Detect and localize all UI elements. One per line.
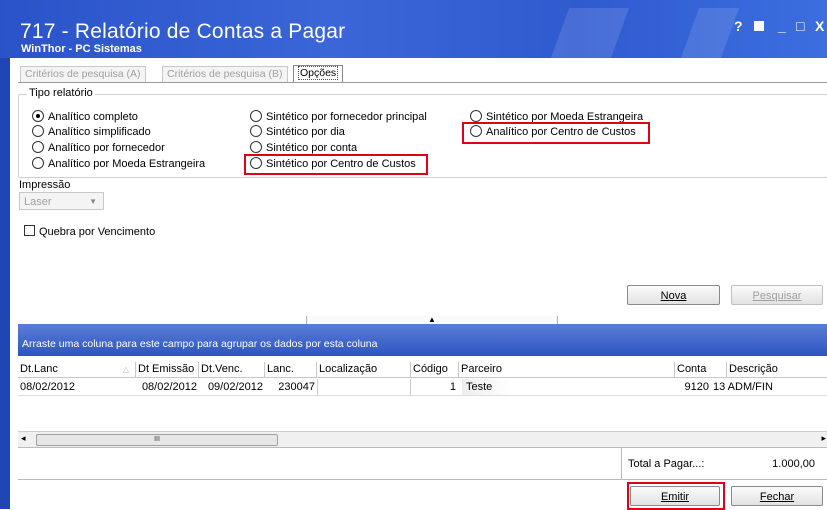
col-dt-venc[interactable]: Dt.Venc.	[199, 362, 265, 377]
radio-label: Sintético por conta	[266, 142, 358, 154]
cell-lanc: 230047	[278, 381, 315, 393]
radio-icon	[470, 110, 482, 122]
cell-dt-venc: 09/02/2012	[207, 381, 263, 393]
checkbox-icon	[24, 225, 35, 236]
button-label: Pesquisar	[752, 290, 802, 302]
radio-icon	[32, 157, 44, 169]
tab-label: Critérios de pesquisa (A)	[25, 68, 141, 80]
total-row: Total a Pagar...: 1.000,00	[18, 447, 827, 480]
col-dt-lanc[interactable]: Dt.Lanc △	[18, 362, 136, 377]
col-dt-emissao[interactable]: Dt Emissão	[136, 362, 199, 377]
cell-dt-lanc: 08/02/2012	[20, 381, 76, 393]
minimize-button[interactable]: _	[778, 18, 786, 34]
checkbox-label: Quebra por Vencimento	[39, 226, 156, 238]
total-value: 1.000,00	[772, 458, 815, 470]
column-label: Dt.Lanc	[20, 363, 58, 375]
nova-button[interactable]: Nova	[627, 285, 720, 305]
restore-icon[interactable]	[754, 21, 764, 31]
chevron-up-icon: ▲	[428, 315, 436, 324]
thumb-grip: III	[154, 436, 160, 443]
radio-icon	[32, 125, 44, 137]
scroll-thumb[interactable]: III	[36, 434, 278, 446]
radio-label: Sintético por fornecedor principal	[266, 111, 427, 123]
title-sheen	[550, 8, 630, 58]
radio-selected-icon	[32, 110, 44, 122]
cell-descricao: 13 ADM/FIN	[713, 381, 773, 393]
pesquisar-button[interactable]: Pesquisar	[731, 285, 823, 305]
tab-label: Opções	[298, 66, 339, 80]
title-sheen	[680, 8, 740, 58]
radio-icon	[32, 141, 44, 153]
cell-localizacao	[317, 379, 411, 395]
highlight-box	[627, 482, 725, 510]
button-label: Nova	[660, 290, 687, 302]
radio-analitico-moeda[interactable]: Analítico por Moeda Estrangeira	[32, 157, 205, 170]
column-label: Lanc.	[267, 363, 294, 375]
report-type-label: Tipo relatório	[27, 87, 95, 99]
total-label: Total a Pagar...:	[628, 458, 705, 470]
left-border	[0, 58, 10, 509]
total-divider	[621, 448, 622, 480]
column-label: Localização	[319, 363, 378, 375]
col-codigo[interactable]: Código	[411, 362, 459, 377]
radio-icon	[250, 125, 262, 137]
title-bar: 717 - Relatório de Contas a Pagar WinTho…	[0, 0, 827, 58]
column-label: Dt.Venc.	[201, 363, 243, 375]
radio-sintetico-conta[interactable]: Sintético por conta	[250, 141, 357, 154]
highlight-box	[244, 154, 428, 175]
column-label: Dt Emissão	[138, 363, 195, 375]
break-by-due-checkbox[interactable]: Quebra por Vencimento	[24, 225, 155, 238]
tab-label: Critérios de pesquisa (B)	[167, 68, 283, 80]
col-lanc[interactable]: Lanc.	[265, 362, 317, 377]
radio-label: Sintético por dia	[266, 126, 345, 138]
group-by-panel[interactable]: Arraste uma coluna para este campo para …	[18, 324, 827, 356]
cell-codigo: 1	[449, 381, 456, 393]
tab-divider	[18, 82, 827, 83]
printing-label: Impressão	[19, 179, 71, 191]
column-label: Parceiro	[461, 363, 502, 375]
radio-sintetico-dia[interactable]: Sintético por dia	[250, 125, 345, 138]
window-title: 717 - Relatório de Contas a Pagar	[20, 20, 346, 43]
radio-analitico-fornecedor[interactable]: Analítico por fornecedor	[32, 141, 165, 154]
horizontal-scrollbar[interactable]: ◂ III ▸	[18, 431, 827, 447]
cell-conta: 9120	[684, 381, 709, 393]
cell-parceiro: Teste	[462, 379, 512, 395]
maximize-button[interactable]: □	[796, 18, 804, 34]
tab-criterios-b[interactable]: Critérios de pesquisa (B)	[162, 66, 288, 82]
column-label: Conta	[677, 363, 707, 375]
col-conta[interactable]: Conta	[675, 362, 727, 377]
printing-select[interactable]: Laser ▼	[19, 192, 104, 210]
radio-icon	[250, 110, 262, 122]
col-parceiro[interactable]: Parceiro	[459, 362, 675, 377]
column-label: Código	[413, 363, 448, 375]
close-button[interactable]: X	[815, 18, 824, 34]
cell-dt-emissao: 08/02/2012	[141, 381, 197, 393]
printing-value: Laser	[24, 196, 52, 208]
report-window: 717 - Relatório de Contas a Pagar WinTho…	[0, 0, 827, 510]
col-descricao[interactable]: Descrição	[727, 362, 827, 377]
fechar-button[interactable]: Fechar	[731, 486, 823, 506]
radio-sintetico-fornecedor[interactable]: Sintético por fornecedor principal	[250, 110, 427, 123]
group-hint: Arraste uma coluna para este campo para …	[22, 338, 378, 350]
tab-criterios-a[interactable]: Critérios de pesquisa (A)	[20, 66, 146, 82]
column-label: Descrição	[729, 363, 778, 375]
help-button[interactable]: ?	[734, 18, 743, 34]
chevron-down-icon: ▼	[89, 197, 97, 206]
tab-opcoes[interactable]: Opções	[293, 65, 344, 83]
radio-analitico-completo[interactable]: Analítico completo	[32, 110, 138, 123]
radio-label: Analítico completo	[48, 111, 138, 123]
scroll-left-icon[interactable]: ◂	[21, 433, 26, 444]
radio-label: Analítico simplificado	[48, 126, 151, 138]
radio-icon	[250, 141, 262, 153]
highlight-box	[462, 122, 650, 144]
radio-analitico-simplificado[interactable]: Analítico simplificado	[32, 125, 151, 138]
radio-label: Analítico por fornecedor	[48, 142, 165, 154]
sort-icon: △	[122, 365, 129, 374]
button-label: Fechar	[759, 491, 795, 503]
radio-label: Analítico por Moeda Estrangeira	[48, 158, 206, 170]
scroll-right-icon[interactable]: ▸	[821, 433, 826, 444]
col-localizacao[interactable]: Localização	[317, 362, 411, 377]
window-subtitle: WinThor - PC Sistemas	[21, 43, 142, 55]
